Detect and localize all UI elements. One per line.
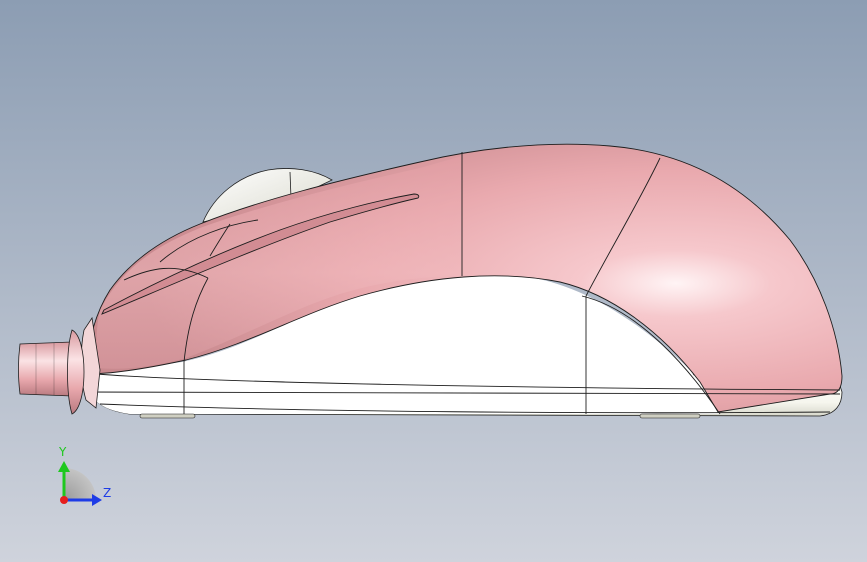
graphics-viewport[interactable]: Y Z: [0, 0, 867, 562]
z-axis-label: Z: [103, 486, 111, 500]
x-axis-dot: [60, 496, 68, 504]
y-axis-label: Y: [58, 445, 67, 459]
